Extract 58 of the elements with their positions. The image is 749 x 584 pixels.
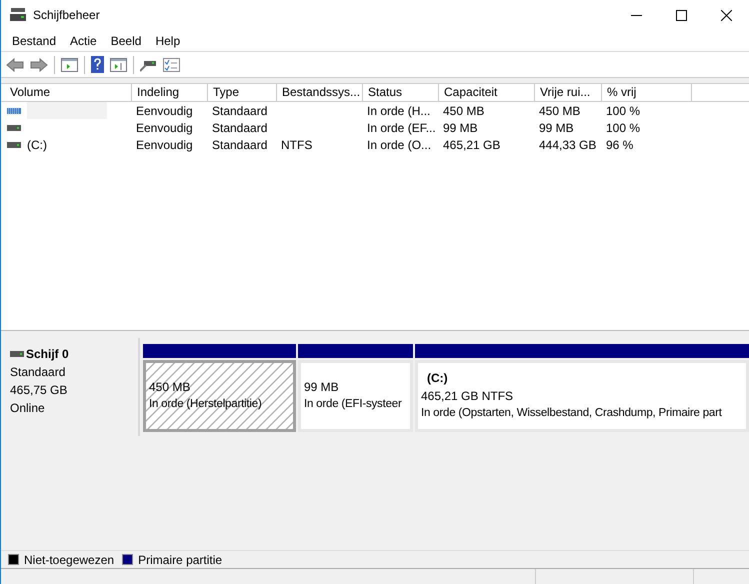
- table-cell-text: Eenvoudig: [135, 120, 194, 136]
- table-cell-text: 100 %: [605, 102, 642, 119]
- forward-icon[interactable]: [30, 58, 48, 72]
- menu-item[interactable]: Beeld: [104, 32, 148, 50]
- maximize-icon[interactable]: [676, 10, 687, 20]
- table-cell-text: NTFS: [280, 136, 314, 153]
- disk-name: Schijf 0: [26, 346, 69, 363]
- table-cell-text: 450 MB: [538, 102, 582, 119]
- column-header[interactable]: Vrije rui...: [535, 84, 602, 101]
- partition-size: 99 MB: [304, 379, 340, 396]
- partition-label: (C:): [426, 370, 449, 388]
- menu-item[interactable]: Bestand: [5, 32, 64, 50]
- close-icon[interactable]: [721, 10, 732, 20]
- column-header[interactable]: % vrij: [602, 84, 692, 101]
- column-header[interactable]: Indeling: [132, 84, 208, 101]
- panel-icon[interactable]: [110, 58, 127, 72]
- disk-state: Online: [10, 400, 46, 417]
- table-cell-text: 99 MB: [442, 120, 479, 136]
- column-header[interactable]: Volume: [5, 84, 132, 101]
- column-header[interactable]: Capaciteit: [439, 84, 535, 101]
- table-cell-text: 100 %: [605, 120, 642, 136]
- disk-type: Standaard: [10, 364, 66, 381]
- table-cell-text: Standaard: [211, 102, 268, 119]
- table-cell-text: Eenvoudig: [135, 136, 194, 153]
- table-cell-text: 450 MB: [442, 102, 486, 119]
- partition-block[interactable]: (C:) 465,21 GB NTFS In orde (Opstarten, Wisselbestand, Crashdump, Primaire part: [415, 360, 749, 432]
- table-cell-text: 99 MB: [538, 120, 575, 136]
- panel-icon[interactable]: [61, 58, 78, 72]
- menu-item[interactable]: Help: [148, 32, 188, 50]
- partition-status: In orde (Herstelpartitie): [149, 397, 263, 412]
- legend-label: Niet-toegewezen: [24, 552, 114, 568]
- column-header[interactable]: Bestandssys...: [277, 84, 363, 101]
- table-cell-text: Eenvoudig: [135, 102, 194, 119]
- table-cell-text: In orde (H...: [366, 102, 432, 119]
- table-cell-text: Standaard: [211, 120, 268, 136]
- disk-size: 465,75 GB: [10, 382, 68, 399]
- legend-label: Primaire partitie: [138, 552, 222, 568]
- table-cell-text: (C:): [27, 136, 47, 154]
- partition-status: In orde (Opstarten, Wisselbestand, Crashdump, Primaire part: [421, 406, 723, 422]
- partition-block[interactable]: 99 MB In orde (EFI-systeer: [298, 360, 413, 432]
- menu-item[interactable]: Actie: [63, 32, 104, 50]
- partition-size: 450 MB: [149, 379, 192, 396]
- partition-status: In orde (EFI-systeer: [304, 397, 403, 412]
- help-icon[interactable]: [91, 56, 104, 73]
- back-icon[interactable]: [6, 58, 24, 72]
- checklist-icon[interactable]: [163, 58, 180, 72]
- table-cell-text: In orde (EF...: [366, 120, 437, 136]
- table-cell-text: 96 %: [605, 136, 634, 153]
- table-cell-text: In orde (O...: [366, 136, 432, 153]
- disk-icon: [10, 8, 26, 22]
- column-header[interactable]: Status: [363, 84, 439, 101]
- window-title: Schijfbeheer: [33, 7, 100, 24]
- table-cell-text: 444,33 GB: [538, 136, 598, 153]
- partition-block[interactable]: 450 MB In orde (Herstelpartitie): [143, 360, 296, 432]
- column-header[interactable]: Type: [208, 84, 277, 101]
- table-cell-text: Standaard: [211, 136, 268, 153]
- table-cell-text: 465,21 GB: [442, 136, 502, 153]
- partition-size: 465,21 GB NTFS: [421, 388, 514, 406]
